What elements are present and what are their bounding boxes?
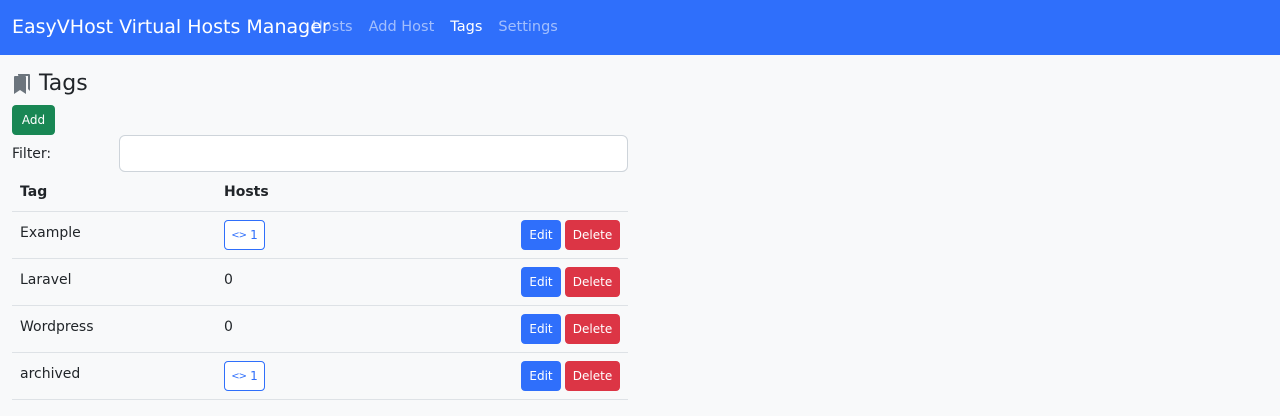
nav-link-hosts[interactable]: Hosts bbox=[312, 17, 353, 37]
tag-name: Laravel bbox=[20, 272, 72, 288]
brand-title[interactable]: EasyVHost Virtual Hosts Manager bbox=[12, 15, 330, 39]
table-header: Tag Hosts bbox=[12, 172, 628, 212]
delete-button[interactable]: Delete bbox=[565, 220, 620, 250]
page-title: Tags bbox=[39, 71, 88, 96]
edit-button[interactable]: Edit bbox=[521, 267, 561, 297]
hosts-count: 0 bbox=[224, 319, 233, 335]
nav-link-tags[interactable]: Tags bbox=[450, 17, 482, 37]
nav-link-add-host[interactable]: Add Host bbox=[369, 17, 435, 37]
hosts-count: 1 bbox=[250, 228, 258, 242]
table-row: Wordpress 0 Edit Delete bbox=[12, 306, 628, 353]
nav-links: Hosts Add Host Tags Settings bbox=[312, 17, 574, 37]
table-row: archived <> 1 Edit Delete bbox=[12, 353, 628, 400]
filter-label: Filter: bbox=[12, 146, 52, 162]
delete-button[interactable]: Delete bbox=[565, 267, 620, 297]
filter-input[interactable] bbox=[119, 135, 628, 172]
delete-button[interactable]: Delete bbox=[565, 314, 620, 344]
delete-button[interactable]: Delete bbox=[565, 361, 620, 391]
hosts-count: 0 bbox=[224, 272, 233, 288]
tag-name: archived bbox=[20, 366, 81, 382]
hosts-count-button[interactable]: <> 1 bbox=[224, 220, 265, 250]
table-row: Laravel 0 Edit Delete bbox=[12, 259, 628, 306]
edit-button[interactable]: Edit bbox=[521, 361, 561, 391]
code-icon: <> bbox=[231, 229, 247, 241]
navbar: EasyVHost Virtual Hosts Manager Hosts Ad… bbox=[0, 0, 1280, 55]
edit-button[interactable]: Edit bbox=[521, 314, 561, 344]
nav-link-settings[interactable]: Settings bbox=[498, 17, 557, 37]
code-icon: <> bbox=[231, 370, 247, 382]
bookmark-icon bbox=[13, 73, 31, 95]
table-row: Example <> 1 Edit Delete bbox=[12, 212, 628, 259]
hosts-count-button[interactable]: <> 1 bbox=[224, 361, 265, 391]
edit-button[interactable]: Edit bbox=[521, 220, 561, 250]
tag-name: Wordpress bbox=[20, 319, 94, 335]
hosts-count: 1 bbox=[250, 369, 258, 383]
tags-table: Tag Hosts Example <> 1 Edit Delete Larav… bbox=[12, 172, 628, 400]
column-header-hosts: Hosts bbox=[224, 184, 269, 200]
column-header-tag: Tag bbox=[20, 184, 48, 200]
tag-name: Example bbox=[20, 225, 81, 241]
page-heading: Tags bbox=[13, 70, 88, 98]
add-tag-button[interactable]: Add bbox=[12, 105, 55, 135]
